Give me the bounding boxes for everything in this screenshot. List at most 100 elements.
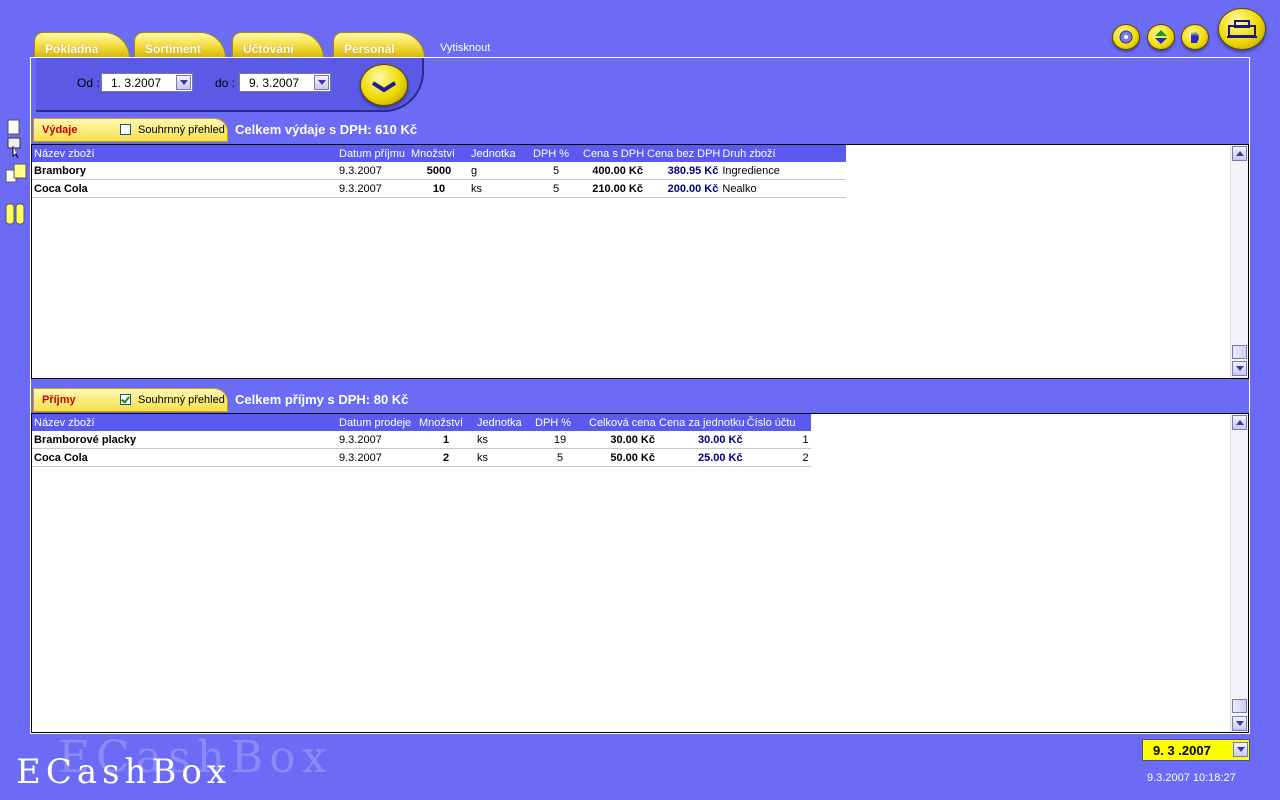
chevron-down-icon[interactable]: [1233, 742, 1248, 757]
report-icon[interactable]: [4, 136, 26, 160]
cd-icon: [1119, 30, 1133, 44]
chevron-down-icon[interactable]: [176, 75, 191, 90]
expenses-grid[interactable]: Název zboží Datum příjmu Množství Jednotka D…: [31, 144, 1249, 379]
income-summary-checkbox[interactable]: [120, 394, 131, 405]
column-header[interactable]: Cena s DPH: [581, 145, 645, 162]
from-date-value: 1. 3.2007: [111, 76, 162, 90]
expenses-table: Název zboží Datum příjmu Množství Jednotka D…: [32, 145, 847, 198]
to-date-value: 9. 3.2007: [249, 76, 300, 90]
column-header[interactable]: Celková cena: [587, 414, 657, 431]
income-table: Název zboží Datum prodeje Množství Jednotka…: [32, 414, 811, 467]
scroll-down-button[interactable]: [1232, 716, 1247, 731]
table-cell: ks: [475, 448, 533, 467]
scroll-up-button[interactable]: [1232, 146, 1247, 161]
income-summary-label: Souhrnný přehled: [138, 394, 225, 406]
clock: 9.3.2007 10:18:27: [1147, 772, 1236, 784]
current-date-value: 9. 3 .2007: [1153, 743, 1211, 758]
table-cell: 380.95 Kč: [645, 162, 721, 180]
table-cell: ks: [469, 179, 531, 198]
expenses-header-row: Název zboží Datum příjmu Množství Jednotka D…: [32, 145, 847, 162]
column-header[interactable]: Datum příjmu: [337, 145, 409, 162]
tab-pokladna[interactable]: Pokladna: [34, 32, 130, 58]
expenses-summary-checkbox[interactable]: [120, 124, 131, 135]
table-row[interactable]: Coca Cola 9.3.2007 2 ks 5 50.00 Kč 25.00 Kč 2: [32, 448, 811, 467]
to-date-picker[interactable]: 9. 3.2007: [239, 73, 331, 92]
tab-label: Sortiment: [145, 42, 202, 56]
table-cell: ks: [475, 431, 533, 449]
from-label: Od :: [77, 76, 100, 90]
column-header[interactable]: Název zboží: [32, 145, 337, 162]
document-icon[interactable]: [4, 118, 24, 138]
documents-icon[interactable]: [4, 162, 28, 184]
table-cell: 1: [744, 431, 811, 449]
table-cell: 200.00 Kč: [645, 179, 721, 198]
table-cell: Coca Cola: [32, 179, 337, 198]
to-label: do :: [215, 76, 236, 90]
table-cell: 25.00 Kč: [657, 448, 745, 467]
income-header-row: Název zboží Datum prodeje Množství Jednotka…: [32, 414, 811, 431]
column-header[interactable]: Množství: [409, 145, 469, 162]
table-cell: 9.3.2007: [337, 162, 409, 180]
table-row[interactable]: Coca Cola 9.3.2007 10 ks 5 210.00 Kč 200.00 Kč…: [32, 179, 847, 198]
apply-filter-button[interactable]: [360, 64, 408, 106]
column-header[interactable]: Cena za jednotku: [657, 414, 745, 431]
income-total: Celkem příjmy s DPH: 80 Kč: [235, 392, 409, 407]
chevron-down-icon: [371, 81, 397, 93]
table-cell: 5: [531, 179, 581, 198]
table-cell: 9.3.2007: [337, 431, 417, 449]
scroll-thumb[interactable]: [1232, 345, 1247, 359]
income-scrollbar[interactable]: [1230, 414, 1248, 732]
column-header[interactable]: Název zboží: [32, 414, 337, 431]
income-tab-label: Příjmy: [42, 394, 76, 406]
tab-label: Účtování: [243, 42, 294, 56]
up-down-arrows-icon: [1155, 30, 1167, 44]
tab-sortiment[interactable]: Sortiment: [134, 32, 226, 58]
table-cell: 5: [531, 162, 581, 180]
column-header[interactable]: Množství: [417, 414, 475, 431]
tab-personal[interactable]: Personál: [333, 32, 425, 58]
table-cell: Coca Cola: [32, 448, 337, 467]
tab-label: Pokladna: [45, 42, 99, 56]
table-cell: 30.00 Kč: [657, 431, 745, 449]
from-date-picker[interactable]: 1. 3.2007: [101, 73, 193, 92]
table-cell: 210.00 Kč: [581, 179, 645, 198]
scroll-thumb[interactable]: [1232, 699, 1247, 713]
table-cell: 5000: [409, 162, 469, 180]
binders-icon[interactable]: [4, 200, 28, 226]
table-cell: g: [469, 162, 531, 180]
expenses-total: Celkem výdaje s DPH: 610 Kč: [235, 122, 418, 137]
table-cell: 30.00 Kč: [587, 431, 657, 449]
column-header[interactable]: Jednotka: [475, 414, 533, 431]
column-header[interactable]: DPH %: [531, 145, 581, 162]
table-row[interactable]: Brambory 9.3.2007 5000 g 5 400.00 Kč 380.95 Kč…: [32, 162, 847, 180]
expenses-scrollbar[interactable]: [1230, 145, 1248, 378]
income-grid[interactable]: Název zboží Datum prodeje Množství Jednotka…: [31, 413, 1249, 733]
scroll-down-button[interactable]: [1232, 361, 1247, 376]
cash-register-button[interactable]: [1218, 8, 1266, 50]
column-header[interactable]: Druh zboží: [720, 145, 847, 162]
cd-button[interactable]: [1112, 24, 1140, 50]
column-header[interactable]: Jednotka: [469, 145, 531, 162]
expenses-header: Výdaje Souhrnný přehled: [33, 118, 228, 142]
column-header[interactable]: Číslo účtu: [744, 414, 811, 431]
column-header[interactable]: Datum prodeje: [337, 414, 417, 431]
table-cell: 2: [744, 448, 811, 467]
column-header[interactable]: DPH %: [533, 414, 587, 431]
hand-button[interactable]: [1181, 24, 1209, 50]
table-cell: 19: [533, 431, 587, 449]
table-row[interactable]: Bramborové placky 9.3.2007 1 ks 19 30.00 Kč 30…: [32, 431, 811, 449]
scroll-up-button[interactable]: [1232, 415, 1247, 430]
up-down-button[interactable]: [1147, 24, 1175, 50]
current-date-picker[interactable]: 9. 3 .2007: [1142, 739, 1250, 761]
chevron-down-icon[interactable]: [314, 75, 329, 90]
table-cell: Nealko: [720, 179, 847, 198]
table-cell: 5: [533, 448, 587, 467]
table-cell: Bramborové placky: [32, 431, 337, 449]
expenses-tab-label: Výdaje: [42, 124, 78, 136]
table-cell: 9.3.2007: [337, 179, 409, 198]
print-link[interactable]: Vytisknout: [440, 42, 490, 54]
tab-uctovani[interactable]: Účtování: [232, 32, 324, 58]
tab-label: Personál: [344, 42, 395, 56]
expenses-summary-label: Souhrnný přehled: [138, 124, 225, 136]
column-header[interactable]: Cena bez DPH: [645, 145, 721, 162]
